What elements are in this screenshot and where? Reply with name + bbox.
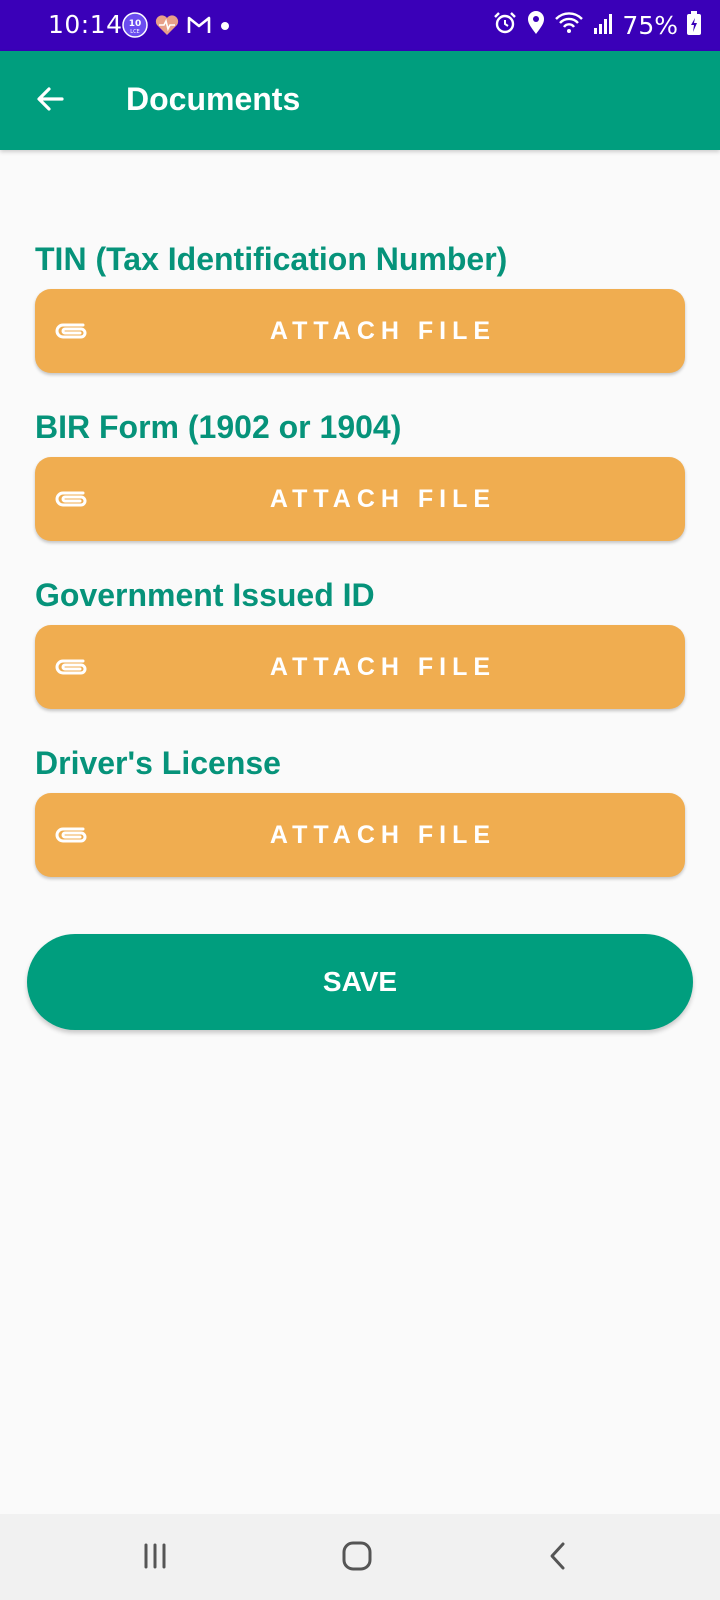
back-button[interactable]: [26, 77, 74, 125]
status-system-icons: 75%: [492, 10, 702, 40]
attach-file-label: ATTACH FILE: [269, 317, 497, 345]
document-section-bir-form: BIR Form (1902 or 1904) ATTACH FILE: [35, 407, 685, 541]
alarm-icon: [492, 10, 518, 40]
document-section-drivers-license: Driver's License ATTACH FILE: [35, 743, 685, 877]
home-button[interactable]: [335, 1536, 379, 1580]
document-label: BIR Form (1902 or 1904): [35, 409, 402, 445]
battery-icon: [686, 10, 702, 40]
status-bar: 10:14 10 LCE 75%: [0, 0, 720, 51]
nav-back-button[interactable]: [536, 1536, 580, 1580]
attach-file-button-drivers-license[interactable]: ATTACH FILE: [35, 793, 685, 877]
app-badge-icon: 10 LCE: [122, 12, 148, 42]
document-label: TIN (Tax Identification Number): [35, 241, 508, 277]
heart-icon: [154, 13, 180, 41]
arrow-left-icon: [34, 83, 66, 120]
attach-file-button-bir-form[interactable]: ATTACH FILE: [35, 457, 685, 541]
page-title: Documents: [126, 81, 301, 117]
document-section-tin: TIN (Tax Identification Number) ATTACH F…: [35, 239, 685, 373]
recent-apps-button[interactable]: [133, 1536, 177, 1580]
save-button[interactable]: SAVE: [27, 934, 693, 1030]
svg-text:LCE: LCE: [130, 29, 139, 35]
document-section-government-id: Government Issued ID ATTACH FILE: [35, 575, 685, 709]
document-label: Government Issued ID: [35, 577, 375, 613]
attach-file-label: ATTACH FILE: [269, 653, 497, 681]
battery-percentage: 75%: [622, 10, 678, 40]
location-icon: [526, 10, 546, 40]
wifi-icon: [554, 10, 584, 40]
back-icon: [543, 1541, 573, 1576]
status-notification-icons: 10 LCE: [122, 12, 232, 42]
svg-text:10: 10: [129, 19, 142, 29]
app-bar: Documents: [0, 51, 720, 150]
document-label: Driver's License: [35, 745, 281, 781]
signal-icon: [592, 11, 614, 39]
attach-file-label: ATTACH FILE: [269, 485, 497, 513]
recent-apps-icon: [140, 1541, 170, 1576]
system-nav-bar: [0, 1514, 720, 1600]
attach-file-button-tin[interactable]: ATTACH FILE: [35, 289, 685, 373]
attach-file-label: ATTACH FILE: [269, 821, 497, 849]
gmail-icon: [186, 14, 212, 40]
status-time: 10:14: [48, 10, 123, 39]
attach-file-button-government-id[interactable]: ATTACH FILE: [35, 625, 685, 709]
home-icon: [341, 1540, 373, 1577]
dot-icon: [218, 18, 232, 37]
